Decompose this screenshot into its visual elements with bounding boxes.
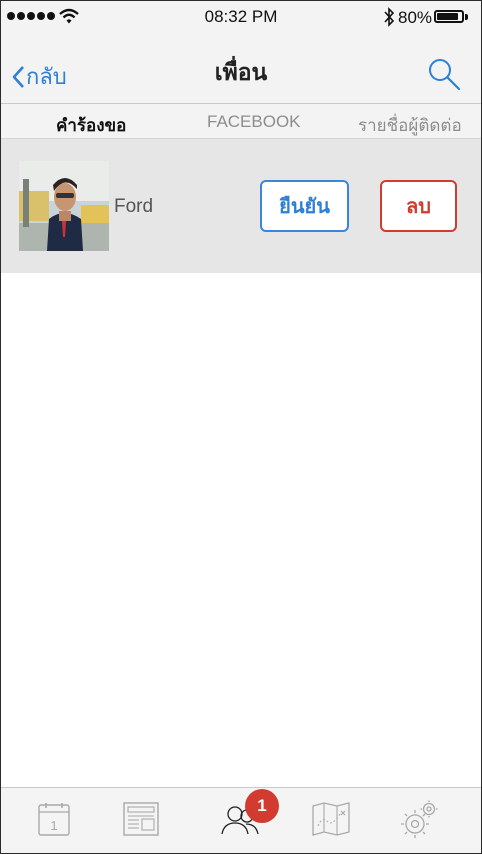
tab-facebook[interactable]: FACEBOOK	[207, 112, 301, 132]
app-screen: 08:32 PM 80% กลับ เพื่อน คำร้องขอ FACEBO…	[0, 0, 482, 854]
delete-button[interactable]: ลบ	[380, 180, 457, 232]
friends-notification-badge: 1	[245, 789, 279, 823]
tabbar-calendar[interactable]: 1	[38, 802, 70, 841]
tabbar-settings[interactable]	[401, 800, 439, 843]
settings-icon	[401, 800, 438, 838]
news-icon	[123, 802, 159, 836]
page-title: เพื่อน	[214, 59, 268, 85]
map-icon	[312, 802, 350, 836]
calendar-day: 1	[50, 818, 57, 833]
status-bar: 08:32 PM 80%	[1, 1, 481, 33]
confirm-button[interactable]: ยืนยัน	[260, 180, 349, 232]
friend-request-row: Ford ยืนยัน ลบ	[1, 139, 481, 273]
search-icon[interactable]	[427, 57, 461, 91]
bluetooth-icon	[384, 7, 395, 27]
battery-icon	[434, 10, 464, 23]
friends-tabs: คำร้องขอ FACEBOOK รายชื่อผู้ติดต่อ	[1, 103, 481, 139]
tab-requests[interactable]: คำร้องขอ	[56, 112, 126, 139]
friend-name: Ford	[114, 196, 154, 217]
battery-nub	[465, 14, 468, 20]
avatar	[19, 161, 109, 251]
calendar-icon: 1	[38, 803, 70, 836]
bottom-tab-bar: 1	[1, 787, 481, 853]
tabbar-news[interactable]	[123, 802, 159, 841]
battery-percent: 80%	[398, 8, 433, 27]
tab-contacts[interactable]: รายชื่อผู้ติดต่อ	[358, 112, 462, 139]
tabbar-map[interactable]	[312, 802, 350, 841]
nav-bar: กลับ เพื่อน	[1, 33, 481, 103]
